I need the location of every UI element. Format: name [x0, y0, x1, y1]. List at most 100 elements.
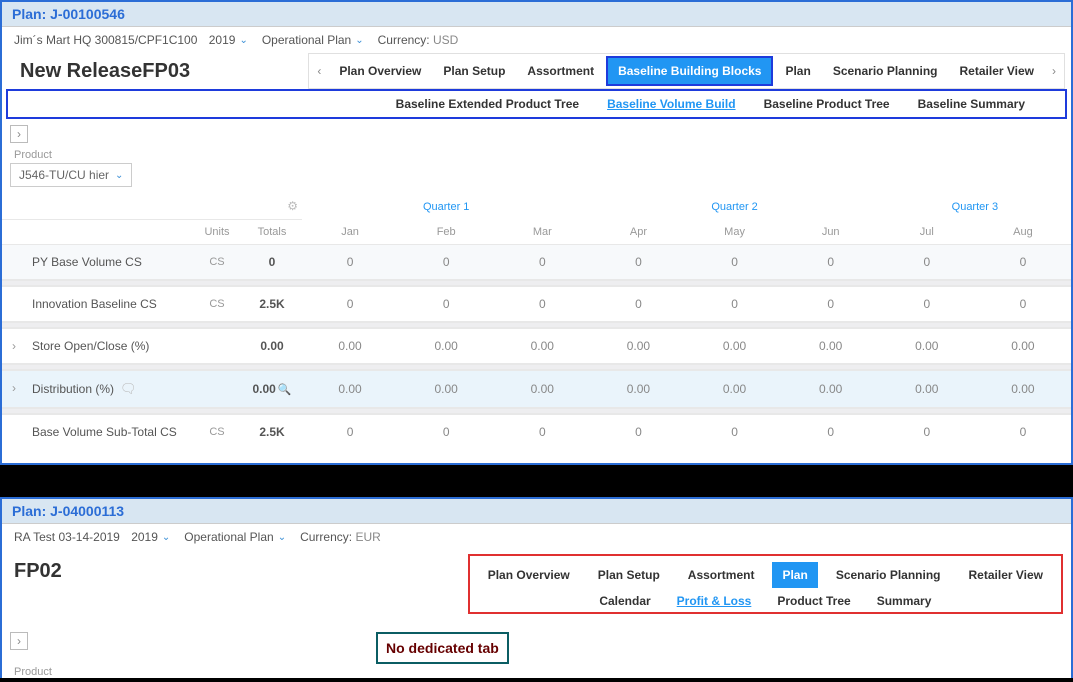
grid-cell[interactable]: 0.00 [590, 370, 686, 408]
tab-assortment[interactable]: Assortment [517, 58, 604, 84]
row-total: 2.5K [242, 286, 302, 322]
chevron-down-icon: ⌄ [162, 532, 170, 543]
plan-type-dropdown[interactable]: Operational Plan ⌄ [262, 33, 364, 47]
row-units [192, 370, 242, 408]
table-row: Base Volume Sub-Total CSCS2.5K00000000 [2, 414, 1071, 449]
grid-cell[interactable]: 0 [879, 286, 975, 322]
month-header: May [687, 220, 783, 245]
gear-icon[interactable]: ⚙ [287, 199, 298, 213]
grid-cell[interactable]: 0 [783, 245, 879, 281]
grid-cell[interactable]: 0.00 [398, 328, 494, 364]
tab-plan-overview[interactable]: Plan Overview [329, 58, 431, 84]
grid-cell[interactable]: 0 [687, 245, 783, 281]
subtab-product-tree[interactable]: Product Tree [777, 594, 850, 608]
tab-plan[interactable]: Plan [772, 562, 817, 588]
account-dropdown[interactable]: RA Test 03-14-2019 2019 ⌄ [14, 530, 170, 544]
grid-cell[interactable]: 0 [494, 414, 590, 449]
grid-cell[interactable]: 0 [687, 414, 783, 449]
grid-cell[interactable]: 0 [398, 245, 494, 281]
month-header: Feb [398, 220, 494, 245]
tab-plan-setup[interactable]: Plan Setup [433, 58, 515, 84]
grid-cell[interactable]: 0 [783, 414, 879, 449]
tabs-scroll-left[interactable]: ‹ [311, 60, 327, 82]
subtab-baseline-summary[interactable]: Baseline Summary [918, 97, 1025, 111]
tab-scenario-planning[interactable]: Scenario Planning [826, 562, 951, 588]
grid-cell[interactable]: 0 [590, 245, 686, 281]
plan-type-dropdown[interactable]: Operational Plan ⌄ [184, 530, 286, 544]
row-expand-icon[interactable]: › [12, 381, 16, 395]
row-units: CS [192, 245, 242, 281]
month-header: Jan [302, 220, 398, 245]
product-select[interactable]: J546-TU/CU hier ⌄ [10, 163, 132, 187]
row-label: Distribution (%) [32, 382, 114, 396]
row-units: CS [192, 414, 242, 449]
chevron-down-icon: ⌄ [355, 35, 363, 46]
subtab-baseline-product-tree[interactable]: Baseline Product Tree [764, 97, 890, 111]
plan-title: Plan: J-04000113 [2, 499, 1071, 524]
sub-tabs: Baseline Extended Product Tree Baseline … [6, 89, 1067, 119]
grid-cell[interactable]: 0.00 [879, 328, 975, 364]
subtab-baseline-volume-build[interactable]: Baseline Volume Build [607, 97, 735, 111]
grid-cell[interactable]: 0 [494, 286, 590, 322]
grid-cell[interactable]: 0 [398, 414, 494, 449]
grid-cell[interactable]: 0.00 [590, 328, 686, 364]
grid-cell[interactable]: 0 [590, 286, 686, 322]
grid-cell[interactable]: 0 [975, 245, 1071, 281]
grid-cell[interactable]: 0.00 [398, 370, 494, 408]
grid-cell[interactable]: 0.00 [975, 328, 1071, 364]
grid-cell[interactable]: 0.00 [302, 328, 398, 364]
grid-cell[interactable]: 0.00 [687, 328, 783, 364]
currency-display: Currency: USD [378, 33, 459, 47]
grid-cell[interactable]: 0.00 [783, 328, 879, 364]
grid-cell[interactable]: 0 [879, 245, 975, 281]
tabs-scroll-right[interactable]: › [1046, 60, 1062, 82]
tab-retailer-view[interactable]: Retailer View [950, 58, 1044, 84]
month-header: Jul [879, 220, 975, 245]
grid-cell[interactable]: 0.00 [783, 370, 879, 408]
subtab-summary[interactable]: Summary [877, 594, 932, 608]
volume-build-grid: ⚙ Quarter 1 Quarter 2 Quarter 3 Units To… [2, 193, 1071, 449]
tab-plan[interactable]: Plan [775, 58, 820, 84]
units-header: Units [192, 220, 242, 245]
grid-cell[interactable]: 0 [302, 245, 398, 281]
main-tabs: Plan Overview Plan Setup Assortment Plan… [468, 554, 1063, 614]
grid-cell[interactable]: 0 [398, 286, 494, 322]
sidebar-expand-button[interactable]: › [10, 125, 28, 143]
grid-cell[interactable]: 0 [879, 414, 975, 449]
sidebar-expand-button[interactable]: › [10, 632, 28, 650]
grid-cell[interactable]: 0 [590, 414, 686, 449]
release-label: New ReleaseFP03 [8, 54, 202, 89]
comment-icon[interactable]: 🗨 [120, 381, 137, 396]
subtab-calendar[interactable]: Calendar [599, 594, 650, 608]
tab-assortment[interactable]: Assortment [678, 562, 765, 588]
grid-cell[interactable]: 0 [975, 414, 1071, 449]
tab-baseline-building-blocks[interactable]: Baseline Building Blocks [606, 56, 773, 86]
row-expand-icon[interactable]: › [12, 339, 16, 353]
subtab-baseline-extended-product-tree[interactable]: Baseline Extended Product Tree [396, 97, 579, 111]
grid-cell[interactable]: 0 [783, 286, 879, 322]
grid-cell[interactable]: 0 [975, 286, 1071, 322]
table-row: ›Distribution (%)🗨0.00🔍0.000.000.000.000… [2, 370, 1071, 408]
grid-cell[interactable]: 0.00 [494, 370, 590, 408]
chevron-down-icon: ⌄ [278, 532, 286, 543]
grid-cell[interactable]: 0.00 [687, 370, 783, 408]
grid-cell[interactable]: 0 [494, 245, 590, 281]
grid-cell[interactable]: 0.00 [975, 370, 1071, 408]
account-dropdown[interactable]: Jim´s Mart HQ 300815/CPF1C100 2019 ⌄ [14, 33, 248, 47]
grid-cell[interactable]: 0.00 [879, 370, 975, 408]
row-units [192, 328, 242, 364]
grid-cell[interactable]: 0 [302, 286, 398, 322]
quarter-header: Quarter 2 [590, 193, 878, 220]
product-label: Product [2, 664, 1071, 678]
grid-cell[interactable]: 0.00 [494, 328, 590, 364]
grid-cell[interactable]: 0.00 [302, 370, 398, 408]
grid-cell[interactable]: 0 [687, 286, 783, 322]
tab-plan-overview[interactable]: Plan Overview [478, 562, 580, 588]
chevron-down-icon: ⌄ [115, 170, 123, 181]
magnify-icon[interactable]: 🔍 [278, 384, 292, 396]
subtab-profit-loss[interactable]: Profit & Loss [677, 594, 752, 608]
tab-retailer-view[interactable]: Retailer View [959, 562, 1053, 588]
grid-cell[interactable]: 0 [302, 414, 398, 449]
tab-plan-setup[interactable]: Plan Setup [588, 562, 670, 588]
tab-scenario-planning[interactable]: Scenario Planning [823, 58, 948, 84]
